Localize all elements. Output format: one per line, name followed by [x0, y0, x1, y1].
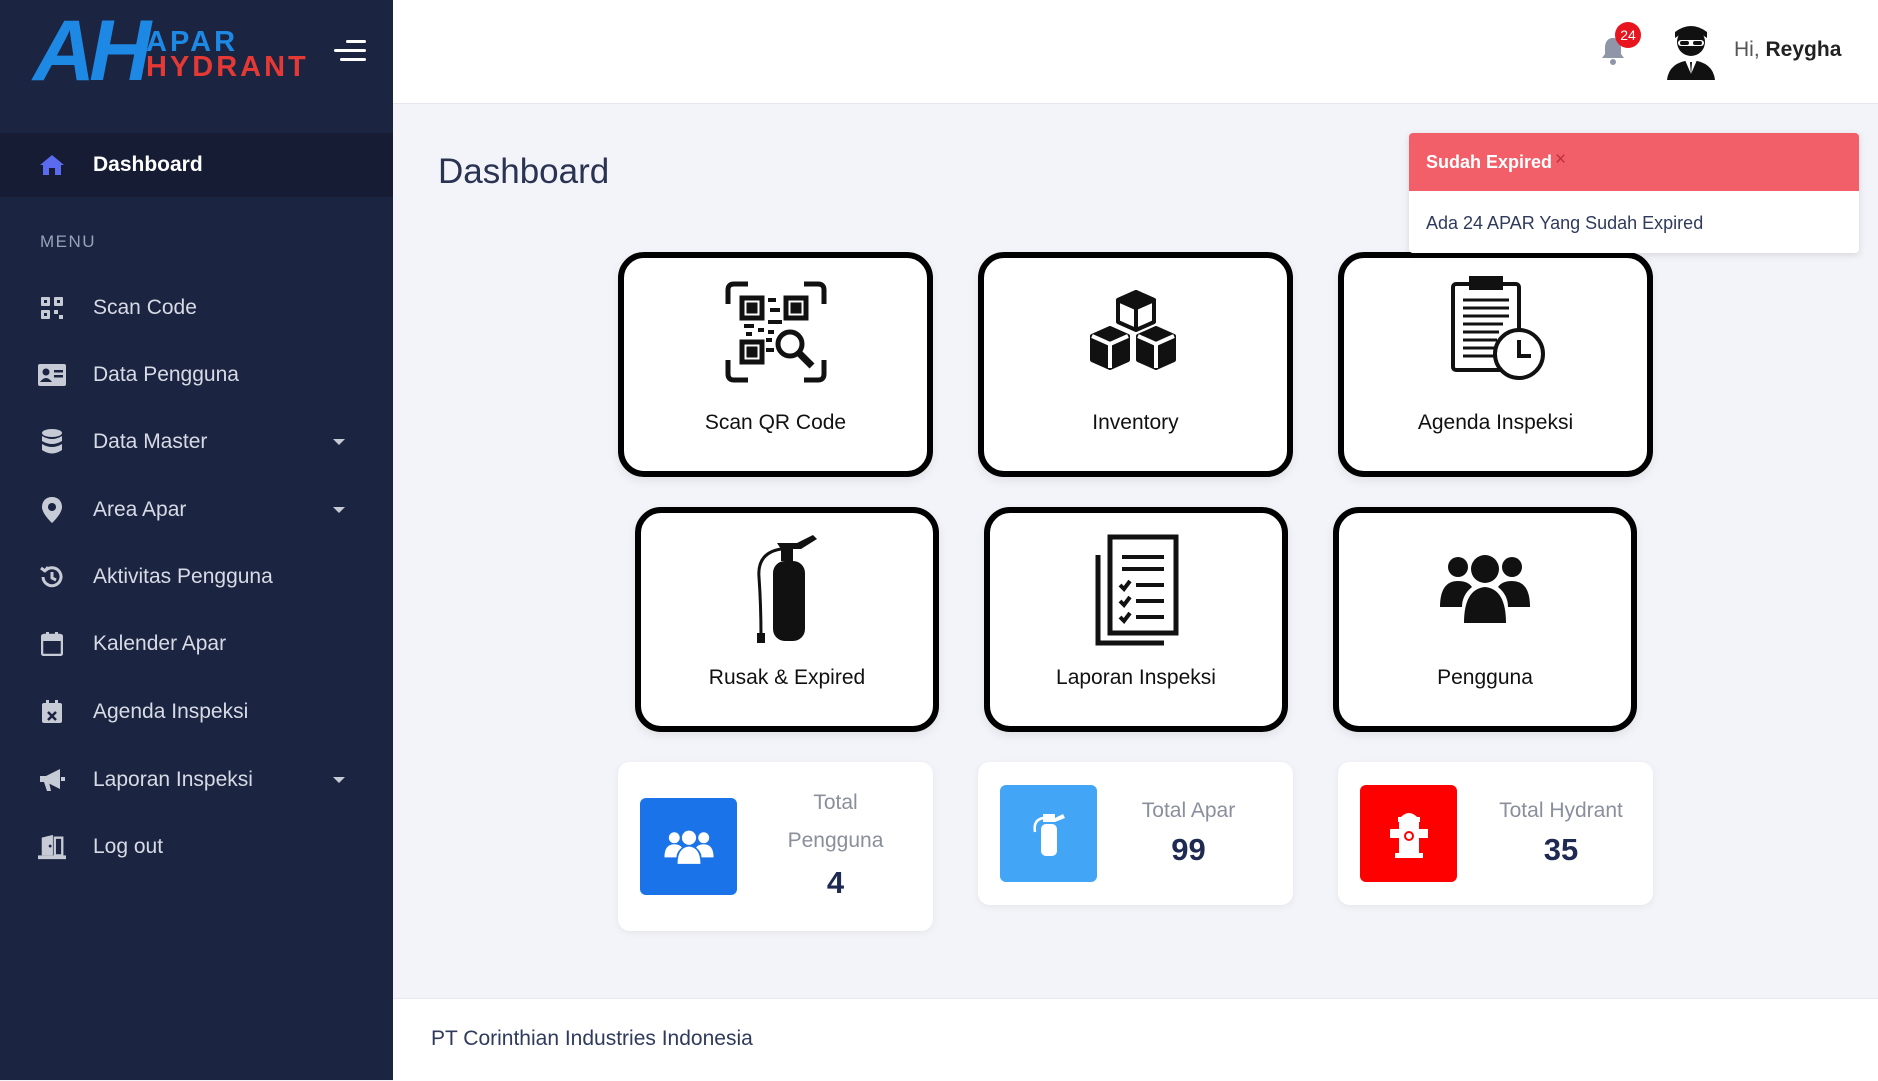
fire-hydrant-icon: [1360, 785, 1457, 882]
sidebar-item-data-master[interactable]: Data Master: [0, 410, 393, 474]
card-laporan-inspeksi[interactable]: Laporan Inspeksi: [984, 507, 1288, 732]
boxes-icon: [984, 284, 1287, 384]
toast-title: Sudah Expired: [1426, 152, 1553, 172]
notification-badge[interactable]: 24: [1615, 22, 1641, 48]
card-label: Inventory: [1092, 411, 1179, 434]
sidebar-item-scan-code[interactable]: Scan Code: [0, 276, 393, 340]
chevron-down-icon: [333, 777, 345, 783]
user-name: Reygha: [1765, 38, 1842, 61]
sidebar-item-aktivitas-pengguna[interactable]: Aktivitas Pengguna: [0, 545, 393, 609]
stat-title: Total Apar: [1141, 799, 1236, 822]
page-title: Dashboard: [438, 152, 610, 191]
sidebar-item-label: Agenda Inspeksi: [93, 700, 249, 723]
users-icon: [640, 798, 737, 895]
sidebar-item-label: Data Pengguna: [93, 363, 239, 386]
qr-scan-icon: [624, 280, 927, 384]
stat-title: Total Pengguna: [768, 784, 903, 860]
stat-title: Total Hydrant: [1499, 799, 1623, 822]
calendar-icon: [38, 630, 66, 658]
sidebar-item-label: Kalender Apar: [93, 632, 227, 655]
stat-total-apar: Total Apar 99: [978, 762, 1293, 905]
avatar[interactable]: [1663, 20, 1719, 80]
chevron-down-icon: [333, 507, 345, 513]
brand-initials: AH: [33, 3, 151, 99]
sidebar-item-laporan-inspeksi[interactable]: Laporan Inspeksi: [0, 748, 393, 812]
card-label: Agenda Inspeksi: [1417, 411, 1574, 434]
sidebar-item-kalender-apar[interactable]: Kalender Apar: [0, 612, 393, 676]
greeting-prefix: Hi,: [1734, 38, 1760, 61]
topbar: [393, 0, 1878, 104]
close-icon[interactable]: ×: [1555, 133, 1566, 189]
card-scan-qr-code[interactable]: Scan QR Code: [618, 252, 933, 477]
clipboard-clock-icon: [1344, 276, 1647, 388]
sidebar-item-label: Data Master: [93, 430, 208, 453]
fire-extinguisher-icon: [641, 529, 933, 645]
menu-heading: MENU: [40, 232, 97, 251]
chevron-down-icon: [333, 439, 345, 445]
expired-notification-toast: Sudah Expired × Ada 24 APAR Yang Sudah E…: [1409, 133, 1859, 253]
card-label: Scan QR Code: [704, 411, 847, 434]
sidebar-item-label: Laporan Inspeksi: [93, 768, 253, 791]
sidebar-item-area-apar[interactable]: Area Apar: [0, 478, 393, 542]
card-rusak-expired[interactable]: Rusak & Expired: [635, 507, 939, 732]
card-label: Rusak & Expired: [708, 666, 866, 689]
card-inventory[interactable]: Inventory: [978, 252, 1293, 477]
sidebar-item-data-pengguna[interactable]: Data Pengguna: [0, 343, 393, 407]
footer-company: PT Corinthian Industries Indonesia: [431, 1027, 753, 1050]
footer: PT Corinthian Industries Indonesia: [393, 998, 1878, 1081]
brand-logo[interactable]: AH APAR HYDRANT: [33, 3, 333, 99]
megaphone-icon: [38, 766, 66, 794]
id-card-icon: [38, 361, 66, 389]
sidebar-item-label: Scan Code: [93, 296, 197, 319]
card-agenda-inspeksi[interactable]: Agenda Inspeksi: [1338, 252, 1653, 477]
user-greeting[interactable]: Hi, Reygha: [1734, 38, 1841, 62]
toast-message: Ada 24 APAR Yang Sudah Expired: [1426, 213, 1704, 233]
report-checklist-icon: [990, 531, 1282, 647]
door-exit-icon: [38, 833, 66, 861]
card-label: Pengguna: [1437, 666, 1533, 689]
sidebar-item-label: Dashboard: [93, 153, 203, 176]
card-pengguna[interactable]: Pengguna: [1333, 507, 1637, 732]
menu-toggle-icon[interactable]: [334, 38, 366, 64]
sidebar-item-label: Area Apar: [93, 498, 187, 521]
stat-value: 35: [1543, 832, 1579, 867]
sidebar-item-label: Aktivitas Pengguna: [93, 565, 273, 588]
sidebar-item-dashboard[interactable]: Dashboard: [0, 133, 393, 197]
sidebar-item-label: Log out: [93, 835, 164, 858]
calendar-x-icon: [38, 698, 66, 726]
qr-code-icon: [38, 294, 66, 322]
history-icon: [38, 563, 66, 591]
home-icon: [38, 151, 66, 179]
users-icon: [1339, 551, 1631, 627]
stat-value: 4: [826, 865, 845, 900]
sidebar-item-agenda-inspeksi[interactable]: Agenda Inspeksi: [0, 680, 393, 744]
sidebar: AH APAR HYDRANT Dashboard MENU Scan Code…: [0, 0, 393, 1080]
map-pin-icon: [38, 496, 66, 524]
database-icon: [38, 428, 66, 456]
stat-title-line2: Pengguna: [787, 829, 884, 852]
brand-line2: HYDRANT: [146, 51, 309, 83]
stat-title-line1: Total: [813, 791, 858, 814]
stat-total-pengguna: Total Pengguna 4: [618, 762, 933, 931]
stat-value: 99: [1171, 832, 1206, 867]
card-label: Laporan Inspeksi: [1056, 666, 1216, 689]
sidebar-item-log-out[interactable]: Log out: [0, 815, 393, 879]
fire-extinguisher-icon: [1000, 785, 1097, 882]
stat-total-hydrant: Total Hydrant 35: [1338, 762, 1653, 905]
toast-header: Sudah Expired ×: [1409, 133, 1859, 191]
